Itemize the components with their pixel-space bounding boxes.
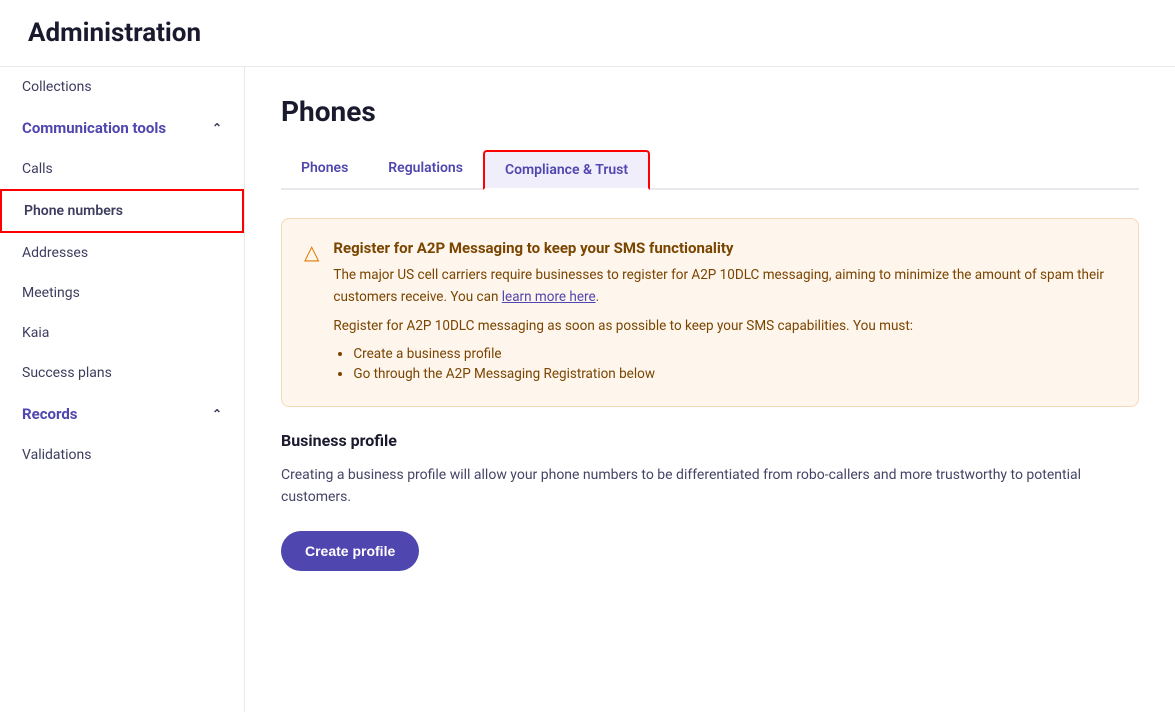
- tabs-bar: Phones Regulations Compliance & Trust: [281, 150, 1139, 190]
- sidebar: Collections Communication tools ⌃ Calls …: [0, 67, 245, 712]
- sidebar-item-addresses[interactable]: Addresses: [0, 233, 244, 273]
- main-content: Phones Phones Regulations Compliance & T…: [245, 67, 1175, 712]
- alert-list-item-1: Create a business profile: [353, 346, 1116, 362]
- sidebar-item-calls[interactable]: Calls: [0, 149, 244, 189]
- alert-paragraph-2: Register for A2P 10DLC messaging as soon…: [333, 316, 1116, 338]
- alert-list-item-2: Go through the A2P Messaging Registratio…: [353, 366, 1116, 382]
- alert-content: Register for A2P Messaging to keep your …: [333, 239, 1116, 386]
- learn-more-link[interactable]: learn more here: [502, 289, 596, 305]
- sidebar-section-communication-tools[interactable]: Communication tools ⌃: [0, 107, 244, 149]
- business-profile-description: Creating a business profile will allow y…: [281, 464, 1139, 509]
- sidebar-item-success-plans[interactable]: Success plans: [0, 353, 244, 393]
- business-profile-section: Business profile Creating a business pro…: [281, 431, 1139, 571]
- sidebar-item-validations[interactable]: Validations: [0, 435, 244, 475]
- alert-paragraph-1: The major US cell carriers require busin…: [333, 265, 1116, 308]
- sidebar-item-kaia[interactable]: Kaia: [0, 313, 244, 353]
- chevron-up-icon: ⌃: [212, 121, 222, 135]
- business-profile-title: Business profile: [281, 431, 1139, 450]
- alert-title: Register for A2P Messaging to keep your …: [333, 239, 1116, 257]
- page-header-title: Administration: [28, 18, 1147, 48]
- alert-banner: △ Register for A2P Messaging to keep you…: [281, 218, 1139, 407]
- sidebar-item-collections[interactable]: Collections: [0, 67, 244, 107]
- main-layout: Collections Communication tools ⌃ Calls …: [0, 67, 1175, 712]
- sidebar-item-phone-numbers[interactable]: Phone numbers: [0, 189, 244, 233]
- sidebar-item-meetings[interactable]: Meetings: [0, 273, 244, 313]
- tab-compliance-trust[interactable]: Compliance & Trust: [483, 150, 650, 190]
- tab-phones[interactable]: Phones: [281, 150, 368, 190]
- sidebar-section-records[interactable]: Records ⌃: [0, 393, 244, 435]
- top-header: Administration: [0, 0, 1175, 67]
- chevron-up-icon-records: ⌃: [212, 407, 222, 421]
- create-profile-button[interactable]: Create profile: [281, 531, 419, 571]
- alert-list: Create a business profile Go through the…: [353, 346, 1116, 382]
- warning-icon: △: [304, 240, 319, 264]
- page-title: Phones: [281, 95, 1139, 128]
- tab-regulations[interactable]: Regulations: [368, 150, 483, 190]
